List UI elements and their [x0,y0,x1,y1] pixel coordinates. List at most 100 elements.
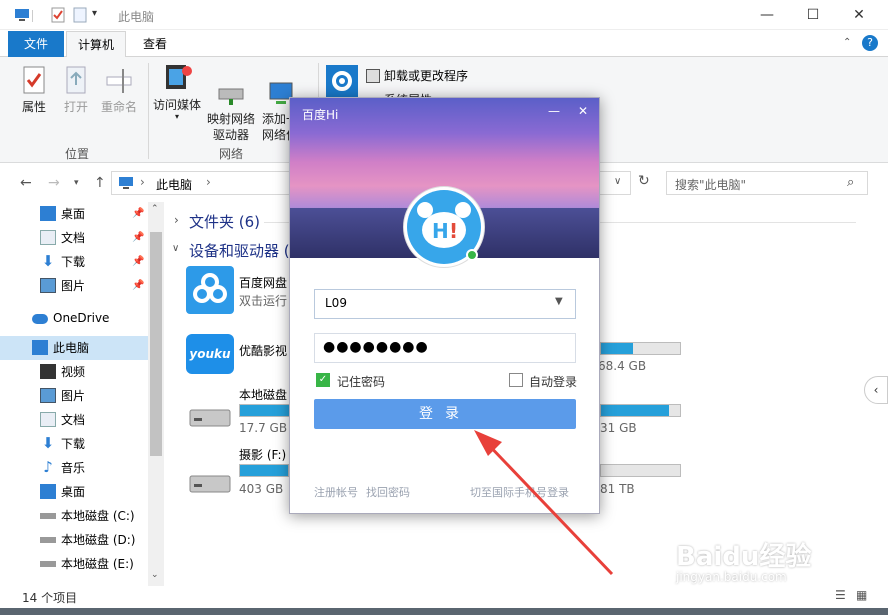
breadcrumb-separator-icon: › [140,175,145,189]
register-link[interactable]: 注册帐号 [314,484,358,500]
auto-login-checkbox[interactable] [509,373,523,387]
drive-icon [40,513,56,519]
account-dropdown-icon[interactable]: ▼ [555,296,563,307]
new-folder-quick-icon[interactable] [72,7,88,23]
remember-password-checkbox[interactable]: ✓ [316,373,330,387]
properties-button[interactable]: 属性 [14,65,54,115]
dialog-title: 百度Hi [302,108,339,122]
settings-gear-icon[interactable] [326,65,358,97]
nav-item-downloads-pc[interactable]: ⬇ 下载 [0,432,148,456]
tab-computer[interactable]: 计算机 [66,31,126,58]
nav-item-documents[interactable]: 文档 📌 [0,226,148,250]
svg-text:H: H [432,219,449,243]
pictures-icon [40,278,56,293]
tab-view[interactable]: 查看 [130,31,180,57]
item-name[interactable]: 本地磁盘 [239,386,287,403]
nav-item-videos[interactable]: 视频 [0,360,148,384]
password-field[interactable]: ●●●●●●●● [314,333,576,363]
access-media-button[interactable]: 访问媒体 ▾ [150,61,204,121]
media-icon [166,65,192,89]
nav-item-desktop[interactable]: 桌面 📌 [0,202,148,226]
item-name[interactable]: 优酷影视 [239,342,287,359]
up-arrow-icon[interactable]: ↑ [94,175,106,191]
large-icons-view-icon[interactable]: ▦ [856,588,867,602]
side-chevron-left-icon[interactable]: ‹ [864,376,888,404]
uninstall-program-label: 卸载或更改程序 [384,69,469,83]
download-arrow-icon: ⬇ [41,252,55,270]
item-name[interactable]: 百度网盘 [239,274,287,291]
dialog-minimize-icon[interactable]: — [548,104,560,118]
folders-header[interactable]: 文件夹 (6) [189,211,260,232]
username-value: L09 [325,296,347,310]
network-drive-icon [218,88,244,105]
username-field[interactable]: L09 ▼ [314,289,576,319]
computer-icon [15,9,29,21]
nav-item-desktop-pc[interactable]: 桌面 [0,480,148,504]
baidu-netdisk-icon [186,266,234,314]
uninstall-program-button[interactable]: 卸载或更改程序 [366,67,468,84]
navigation-pane: 桌面 📌 文档 📌 ⬇ 下载 📌 图片 📌 OneDrive 此电脑 视频 图片 文档 ⬇… [0,202,164,586]
open-label: 打开 [63,100,88,114]
status-bar: 14 个项目 ☰ ▦ [0,586,888,608]
scroll-thumb[interactable] [150,232,162,456]
access-media-label: 访问媒体 [152,98,201,112]
nav-item-pictures-pc[interactable]: 图片 [0,384,148,408]
back-arrow-icon[interactable]: ← [20,175,32,191]
chevron-right-icon[interactable]: › [174,213,179,227]
nav-item-drive-c[interactable]: 本地磁盘 (C:) [0,504,148,528]
watermark-url: jingyan.baidu.com [676,570,787,584]
nav-item-pictures[interactable]: 图片 📌 [0,274,148,298]
rename-button[interactable]: 重命名 [98,65,140,115]
window-title: 此电脑 [118,10,155,24]
avatar[interactable]: H ! [403,186,485,268]
dialog-close-icon[interactable]: ✕ [578,104,588,118]
desktop-background [0,608,888,615]
maximize-button[interactable]: ☐ [790,0,836,30]
devices-header[interactable]: 设备和驱动器 ( [189,240,290,261]
nav-scrollbar[interactable]: ⌃ ⌄ [148,202,164,586]
help-icon[interactable]: ? [862,35,878,51]
location-group-label: 位置 [64,147,89,161]
onedrive-cloud-icon [32,314,48,324]
hard-drive-icon [189,409,231,427]
properties-quick-icon[interactable] [50,7,66,23]
open-button[interactable]: 打开 [58,65,94,115]
nav-item-documents-pc[interactable]: 文档 [0,408,148,432]
nav-item-drive-e[interactable]: 本地磁盘 (E:) [0,552,148,576]
minimize-button[interactable]: — [744,0,790,30]
nav-item-music[interactable]: ♪ 音乐 [0,456,148,480]
svg-text:!: ! [449,219,458,243]
scroll-down-icon[interactable]: ⌄ [151,570,159,580]
remember-password-label[interactable]: 记住密码 [337,373,385,390]
pin-icon: 📌 [132,280,145,291]
rename-icon [106,69,132,93]
forgot-password-link[interactable]: 找回密码 [366,484,410,500]
drive-usage-fill [601,343,633,354]
chevron-down-icon[interactable]: ∨ [172,243,179,254]
breadcrumb-chevron-icon[interactable]: › [206,175,211,189]
search-placeholder: 搜索"此电脑" [675,178,747,192]
nav-item-thispc[interactable]: 此电脑 [0,336,148,360]
collapse-ribbon-icon[interactable]: ⌃ [843,37,851,48]
nav-item-drive-d[interactable]: 本地磁盘 (D:) [0,528,148,552]
nav-item-downloads[interactable]: ⬇ 下载 📌 [0,250,148,274]
search-input[interactable]: 搜索"此电脑" ⌕ [666,171,868,195]
pin-icon: 📌 [132,256,145,267]
scroll-up-icon[interactable]: ⌃ [151,204,159,214]
auto-login-label[interactable]: 自动登录 [529,373,577,390]
drive-icon [40,537,56,543]
tab-file[interactable]: 文件 [8,31,64,57]
forward-arrow-icon[interactable]: → [48,175,60,191]
drive-usage-bar [600,404,681,417]
watermark-brand: Baidu经验 [676,542,812,572]
drive-free-space: 68.4 GB [598,359,647,373]
close-button[interactable]: ✕ [836,0,882,30]
customize-quick-access-icon[interactable]: ▾ [92,8,108,24]
breadcrumb-thispc[interactable]: 此电脑 [156,176,192,193]
refresh-icon[interactable]: ↻ [638,173,650,189]
details-view-icon[interactable]: ☰ [835,588,846,602]
item-name[interactable]: 摄影 (F:) [239,446,286,463]
address-dropdown-icon[interactable]: ∨ [614,176,621,187]
recent-locations-icon[interactable]: ▾ [74,178,79,188]
nav-item-onedrive[interactable]: OneDrive [0,306,140,330]
